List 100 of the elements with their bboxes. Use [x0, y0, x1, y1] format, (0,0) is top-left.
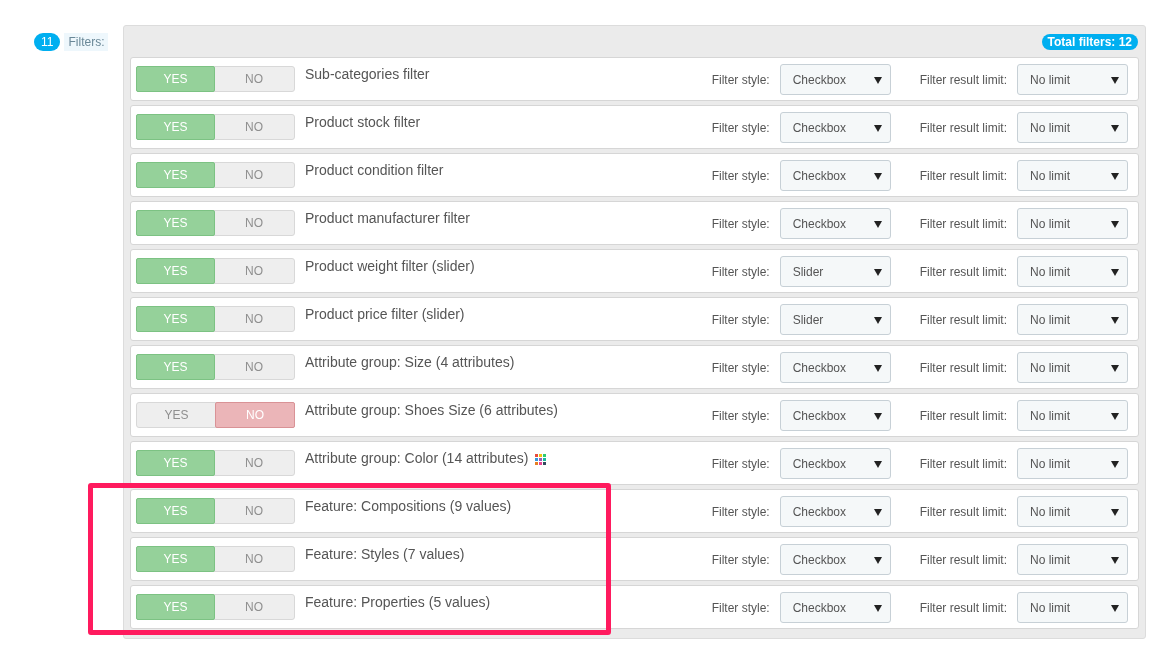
filter-title: Attribute group: Shoes Size (6 attributes) [305, 401, 558, 419]
yes-option[interactable]: YES [136, 258, 215, 284]
filter-style-label: Filter style: [711, 167, 770, 185]
yes-no-switch[interactable]: YES NO [136, 354, 295, 380]
filter-title: Sub-categories filter [305, 65, 430, 83]
dropdown[interactable]: No limit [1017, 208, 1128, 239]
no-option[interactable]: NO [214, 211, 294, 235]
caret-icon [873, 411, 882, 420]
yes-no-switch[interactable]: YES NO [136, 162, 295, 188]
result-limit-label: Filter result limit: [919, 599, 1007, 617]
filter-style-label: Filter style: [711, 359, 770, 377]
dropdown[interactable]: No limit [1017, 592, 1128, 623]
yes-option[interactable]: YES [137, 403, 216, 427]
caret-icon [873, 315, 882, 324]
dropdown[interactable]: No limit [1017, 256, 1128, 287]
caret-icon [1111, 219, 1119, 228]
filter-title: Product stock filter [305, 113, 421, 131]
yes-option[interactable]: YES [136, 450, 215, 476]
dropdown[interactable]: Checkbox [779, 544, 891, 575]
no-option[interactable]: NO [214, 355, 294, 379]
yes-option[interactable]: YES [136, 306, 215, 332]
dropdown[interactable]: No limit [1017, 544, 1128, 575]
filter-title: Attribute group: Color (14 attributes) [305, 449, 529, 467]
no-option[interactable]: NO [214, 163, 294, 187]
caret-icon [873, 507, 882, 516]
dropdown[interactable]: Checkbox [779, 208, 891, 239]
result-limit-label: Filter result limit: [919, 311, 1007, 329]
no-option[interactable]: NO [214, 595, 294, 619]
dropdown[interactable]: No limit [1017, 304, 1128, 335]
yes-no-switch[interactable]: YES NO [136, 450, 295, 476]
caret-icon [873, 171, 882, 180]
yes-no-switch[interactable]: YES NO [136, 546, 295, 572]
yes-no-switch[interactable]: YES NO [136, 594, 295, 620]
yes-option[interactable]: YES [136, 114, 215, 140]
filters-label: Filters: [64, 33, 109, 51]
dropdown[interactable]: No limit [1017, 64, 1128, 95]
caret-icon [873, 219, 882, 228]
dropdown[interactable]: Checkbox [779, 592, 891, 623]
no-option[interactable]: NO [214, 67, 294, 91]
dropdown[interactable]: No limit [1017, 496, 1128, 527]
caret-icon [1111, 459, 1119, 468]
filter-style-label: Filter style: [711, 119, 770, 137]
caret-icon [1111, 603, 1119, 612]
yes-no-switch[interactable]: YES NO [136, 498, 295, 524]
caret-icon [873, 459, 882, 468]
no-option[interactable]: NO [214, 259, 294, 283]
yes-option[interactable]: YES [136, 594, 215, 620]
yes-no-switch[interactable]: YES NO [136, 306, 295, 332]
filter-style-label: Filter style: [711, 551, 770, 569]
dropdown[interactable]: No limit [1017, 352, 1128, 383]
no-option[interactable]: NO [214, 451, 294, 475]
yes-option[interactable]: YES [136, 546, 215, 572]
caret-icon [873, 123, 882, 132]
caret-icon [873, 75, 882, 84]
yes-option[interactable]: YES [136, 210, 215, 236]
caret-icon [1111, 411, 1119, 420]
caret-icon [873, 363, 882, 372]
filter-style-label: Filter style: [711, 407, 770, 425]
dropdown[interactable]: No limit [1017, 448, 1128, 479]
dropdown[interactable]: Checkbox [779, 448, 891, 479]
yes-no-switch[interactable]: YES NO [136, 114, 295, 140]
caret-icon [1111, 315, 1119, 324]
dropdown[interactable]: No limit [1017, 400, 1128, 431]
filter-title: Attribute group: Size (4 attributes) [305, 353, 515, 371]
caret-icon [873, 267, 882, 276]
dropdown[interactable]: Checkbox [779, 160, 891, 191]
caret-icon [1111, 267, 1119, 276]
caret-icon [1111, 171, 1119, 180]
dropdown[interactable]: Checkbox [779, 400, 891, 431]
filter-title: Feature: Styles (7 values) [305, 545, 465, 563]
dropdown[interactable]: Slider [779, 304, 891, 335]
count-badge: 11 [34, 33, 61, 51]
yes-no-switch[interactable]: YES NO [136, 66, 295, 92]
yes-no-switch[interactable]: YES NO [136, 402, 295, 428]
yes-option[interactable]: YES [136, 66, 215, 92]
dropdown[interactable]: Checkbox [779, 496, 891, 527]
yes-no-switch[interactable]: YES NO [136, 210, 295, 236]
no-option[interactable]: NO [214, 547, 294, 571]
result-limit-label: Filter result limit: [919, 263, 1007, 281]
no-option[interactable]: NO [215, 402, 295, 428]
filter-title: Feature: Properties (5 values) [305, 593, 491, 611]
result-limit-label: Filter result limit: [919, 503, 1007, 521]
dropdown[interactable]: Checkbox [779, 64, 891, 95]
dropdown[interactable]: Checkbox [779, 352, 891, 383]
yes-no-switch[interactable]: YES NO [136, 258, 295, 284]
yes-option[interactable]: YES [136, 498, 215, 524]
no-option[interactable]: NO [214, 499, 294, 523]
no-option[interactable]: NO [214, 115, 294, 139]
no-option[interactable]: NO [214, 307, 294, 331]
filter-style-label: Filter style: [711, 455, 770, 473]
dropdown[interactable]: Checkbox [779, 112, 891, 143]
result-limit-label: Filter result limit: [919, 407, 1007, 425]
result-limit-label: Filter result limit: [919, 215, 1007, 233]
filter-title: Feature: Compositions (9 values) [305, 497, 512, 515]
yes-option[interactable]: YES [136, 354, 215, 380]
yes-option[interactable]: YES [136, 162, 215, 188]
dropdown[interactable]: No limit [1017, 112, 1128, 143]
dropdown[interactable]: Slider [779, 256, 891, 287]
dropdown[interactable]: No limit [1017, 160, 1128, 191]
caret-icon [1111, 555, 1119, 564]
